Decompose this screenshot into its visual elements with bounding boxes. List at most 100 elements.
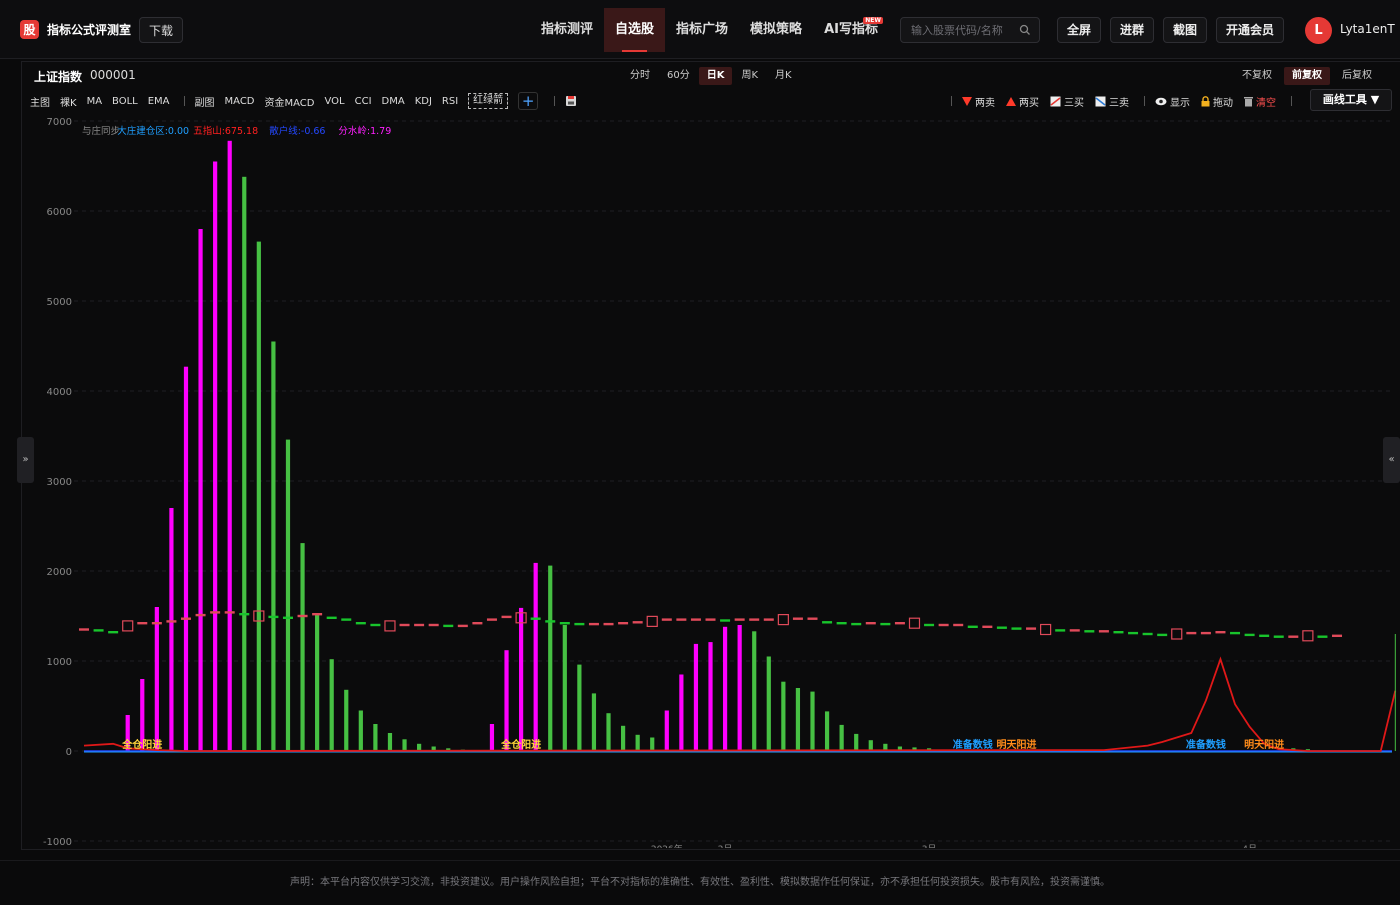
candle [1259,634,1270,637]
period-tabs: 分时 60分 日K 周K 月K [622,67,801,85]
adjust-tab-forward[interactable]: 前复权 [1284,67,1330,85]
up-triangle-icon [1006,96,1016,106]
period-tab-weekly[interactable]: 周K [733,67,766,85]
show-tool[interactable]: 显示 [1155,94,1190,109]
signal-label: 明天阳进 [1244,738,1284,751]
period-tab-monthly[interactable]: 月K [767,67,800,85]
avatar[interactable]: L [1305,17,1332,44]
indicator-ma[interactable]: MA [87,96,102,107]
adjust-tab-backward[interactable]: 后复权 [1334,67,1380,85]
clear-tool[interactable]: 清空 [1244,94,1276,109]
candle [880,622,891,626]
indicator-boll[interactable]: BOLL [112,96,138,107]
two-buy-tool[interactable]: 两买 [1006,94,1039,109]
nav-watchlist[interactable]: 自选股 [604,8,666,52]
three-sell-tool[interactable]: 三卖 [1095,94,1129,109]
bar-down [839,724,844,751]
candle [1069,629,1080,632]
stock-search[interactable] [900,17,1040,43]
indicator-rsi[interactable]: RSI [442,96,458,107]
y-tick-label: -1000 [43,837,72,848]
bar-down [300,543,305,751]
save-icon[interactable] [565,95,577,107]
username[interactable]: Lyta1enT [1340,22,1395,36]
candle [108,631,119,634]
candle [646,615,658,627]
candle [341,618,352,621]
candle [1244,633,1255,637]
search-icon[interactable] [1019,24,1031,36]
nav-indicator-review[interactable]: 指标测评 [530,8,604,52]
candle [399,623,410,627]
bar-up [519,607,524,751]
indicator-main[interactable]: 主图 [30,94,50,109]
bar-up [504,650,509,751]
bar-down [285,439,291,751]
indicator-kdj[interactable]: KDJ [415,96,432,107]
period-tab-intraday[interactable]: 分时 [622,67,658,85]
brand[interactable]: 股 指标公式评测室 [20,20,131,39]
indicator-naked-k[interactable]: 裸K [60,94,77,109]
indicator-dma[interactable]: DMA [382,96,405,107]
bar-down [577,664,582,751]
download-button[interactable]: 下载 [139,17,183,43]
indicator-cci[interactable]: CCI [355,96,372,107]
expand-right-button[interactable]: « [1383,437,1400,483]
indicator-vol[interactable]: VOL [325,96,345,107]
bar-down [591,693,597,751]
app-title: 指标公式评测室 [47,23,132,37]
bar-up [693,643,699,751]
candle [938,623,949,627]
three-buy-tool[interactable]: 三买 [1050,94,1084,109]
signal-label: 准备数钱 [953,738,993,751]
indicator-fund-macd[interactable]: 资金MACD [265,94,315,109]
indicator-macd[interactable]: MACD [225,96,255,107]
main-chart[interactable]: 7000 6000 5000 4000 3000 2000 1000 0 -1000 2026年 2… [22,114,1399,848]
candle [282,616,293,619]
bar-down [562,625,567,751]
candle [326,616,337,619]
candle [239,613,250,616]
candle [180,617,191,620]
divider [1291,96,1292,106]
drag-tool[interactable]: 拖动 [1201,94,1233,109]
period-tab-60min[interactable]: 60分 [659,67,698,85]
clear-label: 清空 [1256,97,1276,109]
candle [1055,629,1066,632]
adjust-tab-none[interactable]: 不复权 [1234,67,1280,85]
join-group-button[interactable]: 进群 [1110,17,1154,43]
candle [618,622,629,625]
screenshot-button[interactable]: 截图 [1163,17,1207,43]
period-tab-daily[interactable]: 日K [698,67,733,85]
two-sell-tool[interactable]: 两卖 [962,94,995,109]
bar-down [256,241,261,751]
candle [822,621,833,624]
candle [603,622,614,626]
candle [195,613,206,617]
indicator-selected[interactable]: 红绿箭 [468,93,509,109]
nav-indicator-square[interactable]: 指标广场 [665,8,739,52]
nav-sim-strategy[interactable]: 模拟策略 [739,8,813,52]
expand-left-button[interactable]: » [17,437,34,483]
candle [1230,631,1241,635]
legend-item: 分水岭:1.79 [338,125,391,137]
candle [705,618,716,621]
indicator-ema[interactable]: EMA [148,96,170,107]
candle [122,620,134,632]
candle [1040,623,1052,636]
fullscreen-button[interactable]: 全屏 [1057,17,1101,43]
indicator-sub[interactable]: 副图 [195,94,215,109]
nav-ai-indicator[interactable]: AI写指标 NEW [813,8,889,52]
membership-button[interactable]: 开通会员 [1216,17,1284,43]
search-input[interactable] [901,18,1016,42]
draw-tools-dropdown[interactable]: 画线工具 ▼ [1310,89,1392,111]
bar-down [402,739,407,751]
legend-item: 五指山:675.18 [193,125,258,137]
stock-name: 上证指数 [34,70,83,84]
two-sell-label: 两卖 [975,97,995,109]
add-indicator-button[interactable]: + [518,92,539,110]
candle [370,623,381,627]
bar-up [489,724,495,751]
divider [554,96,556,106]
bar-down [344,689,349,751]
